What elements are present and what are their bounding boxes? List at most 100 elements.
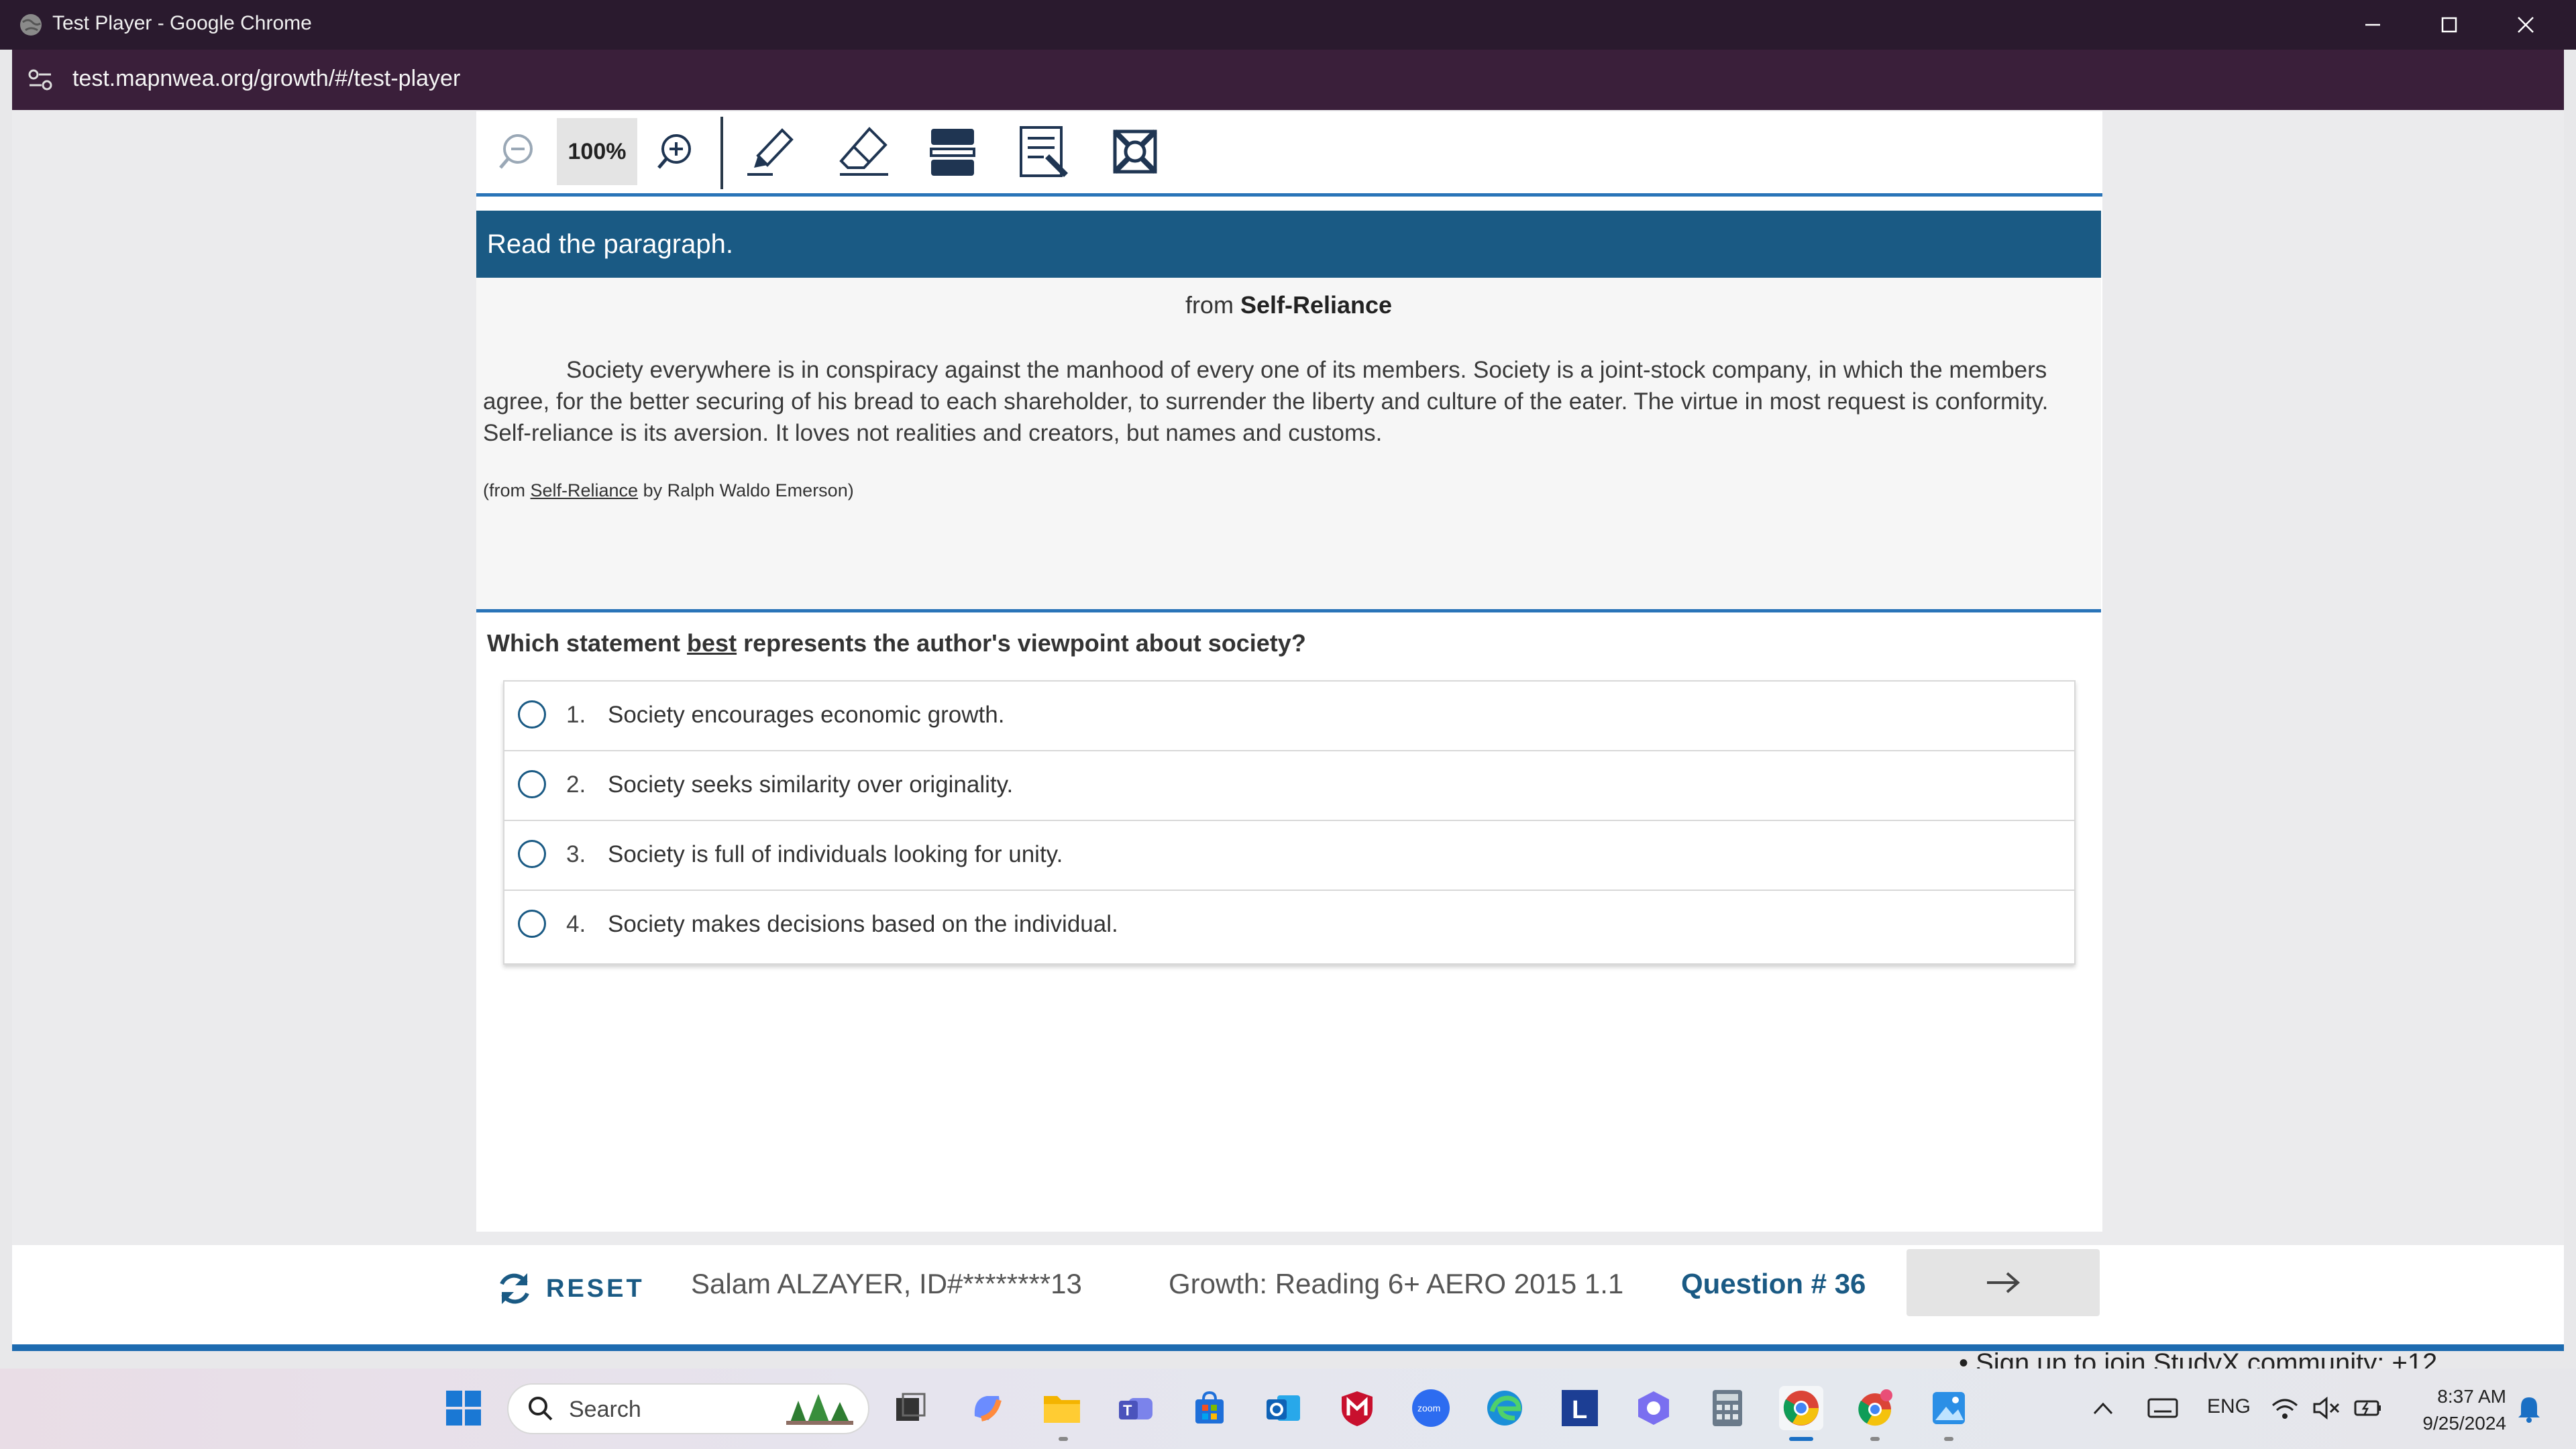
clock[interactable]: 8:37 AM 9/25/2024	[2399, 1383, 2506, 1437]
reset-label: RESET	[546, 1274, 645, 1303]
maximize-button[interactable]	[2412, 0, 2486, 50]
radio-button[interactable]	[518, 840, 546, 868]
choice-text[interactable]: Society encourages economic growth.	[608, 702, 1004, 729]
file-explorer-button[interactable]	[1040, 1386, 1084, 1430]
globe-icon	[20, 14, 42, 36]
answer-choice-2[interactable]: 2. Society seeks similarity over origina…	[504, 751, 2074, 821]
background-window-label: Sign up to join StudyX community: +12	[1976, 1348, 2438, 1368]
zoom-in-icon	[657, 134, 691, 169]
running-indicator	[1870, 1437, 1880, 1441]
question-number: Question # 36	[1681, 1268, 1866, 1299]
start-button[interactable]	[441, 1386, 486, 1430]
volume-muted-icon	[2313, 1396, 2340, 1420]
background-window-text: • Sign up to join StudyX community: +12	[1959, 1348, 2437, 1368]
mcafee-button[interactable]	[1335, 1386, 1379, 1430]
copilot-app-button[interactable]	[1631, 1386, 1676, 1430]
l-app-button[interactable]: L	[1558, 1386, 1602, 1430]
radio-button[interactable]	[518, 700, 546, 729]
radio-button[interactable]	[518, 770, 546, 798]
radio-button[interactable]	[518, 910, 546, 938]
copilot-button[interactable]	[965, 1386, 1009, 1430]
running-indicator	[1789, 1437, 1813, 1441]
question-prefix: Which statement	[487, 629, 688, 657]
task-view-icon	[896, 1393, 926, 1421]
clock-date: 9/25/2024	[2422, 1413, 2506, 1434]
notifications-button[interactable]	[2510, 1386, 2548, 1430]
taskbar-search[interactable]: Search	[507, 1383, 869, 1434]
edge-icon	[1487, 1391, 1522, 1426]
photos-icon	[1933, 1392, 1965, 1424]
show-hidden-icons-button[interactable]	[2086, 1386, 2120, 1430]
address-bar[interactable]: test.mapnwea.org/growth/#/test-player	[12, 50, 2564, 110]
chrome-profile-icon	[1858, 1389, 1892, 1426]
passage-credit: (from Self-Reliance by Ralph Waldo Emers…	[483, 480, 854, 501]
folder-icon	[1044, 1396, 1080, 1423]
choice-text[interactable]: Society seeks similarity over originalit…	[608, 771, 1013, 798]
answer-choice-3[interactable]: 3. Society is full of individuals lookin…	[504, 821, 2074, 891]
zoom-out-button[interactable]	[490, 118, 543, 185]
student-info: Salam ALZAYER, ID#********13	[691, 1268, 1082, 1299]
volume-button[interactable]	[2308, 1386, 2345, 1430]
language-indicator[interactable]: ENG	[2207, 1395, 2251, 1418]
hexagon-app-icon	[1638, 1391, 1669, 1425]
passage-source: from Self-Reliance	[476, 291, 2101, 319]
teams-button[interactable]: T	[1114, 1386, 1158, 1430]
chrome-profile-button[interactable]	[1853, 1386, 1897, 1430]
zoom-app-icon: zoom	[1412, 1389, 1450, 1427]
passage-instruction: Read the paragraph.	[487, 229, 733, 259]
wifi-button[interactable]	[2266, 1386, 2304, 1430]
zoom-app-button[interactable]: zoom	[1409, 1386, 1453, 1430]
maximize-icon	[2441, 17, 2457, 33]
credit-prefix: (from	[483, 480, 531, 500]
photos-button[interactable]	[1927, 1386, 1971, 1430]
source-title: Self-Reliance	[1240, 291, 1393, 319]
pen-icon	[747, 128, 794, 176]
reset-button[interactable]: RESET	[495, 1265, 645, 1312]
next-button[interactable]	[1907, 1249, 2100, 1316]
clock-time: 8:37 AM	[2437, 1386, 2506, 1407]
chrome-button[interactable]	[1779, 1386, 1823, 1430]
line-reader-button[interactable]	[919, 118, 986, 185]
copilot-icon	[974, 1396, 1002, 1421]
close-window-button[interactable]	[2489, 0, 2563, 50]
choice-text[interactable]: Society makes decisions based on the ind…	[608, 911, 1118, 938]
svg-text:L: L	[1572, 1396, 1587, 1424]
choice-number: 4.	[566, 911, 586, 937]
question-suffix: represents the author's viewpoint about …	[737, 629, 1306, 657]
touch-keyboard-button[interactable]	[2144, 1386, 2182, 1430]
choice-text[interactable]: Society is full of individuals looking f…	[608, 841, 1063, 868]
chevron-up-icon	[2093, 1402, 2113, 1415]
notepad-button[interactable]	[1010, 118, 1077, 185]
store-button[interactable]	[1187, 1386, 1232, 1430]
url-text[interactable]: test.mapnwea.org/growth/#/test-player	[72, 66, 460, 92]
choice-number: 2.	[566, 771, 586, 798]
edge-button[interactable]	[1483, 1386, 1527, 1430]
battery-button[interactable]	[2349, 1386, 2387, 1430]
wifi-icon	[2272, 1399, 2298, 1419]
source-prefix: from	[1185, 291, 1240, 319]
answer-choice-1[interactable]: 1. Society encourages economic growth.	[504, 682, 2074, 751]
toolbar-rule	[476, 193, 2102, 197]
pen-button[interactable]	[738, 118, 805, 185]
browser-titlebar: Test Player - Google Chrome	[0, 0, 2576, 50]
footer-bar: RESET Salam ALZAYER, ID#********13 Growt…	[12, 1245, 2564, 1351]
passage-header: Read the paragraph.	[476, 211, 2101, 278]
calculator-button[interactable]	[1705, 1386, 1750, 1430]
task-view-button[interactable]	[888, 1386, 932, 1430]
windows-logo-icon	[446, 1391, 481, 1426]
mcafee-shield-icon	[1342, 1391, 1373, 1426]
notepad-icon	[1020, 126, 1068, 177]
site-info-icon[interactable]	[25, 65, 55, 95]
outlook-button[interactable]	[1261, 1386, 1305, 1430]
zoom-level: 100%	[557, 118, 637, 185]
zoom-in-button[interactable]	[648, 118, 702, 185]
close-icon	[2518, 17, 2534, 33]
minimize-button[interactable]	[2336, 0, 2410, 50]
choice-number: 1.	[566, 702, 586, 728]
answer-choice-4[interactable]: 4. Society makes decisions based on the …	[504, 891, 2074, 959]
store-icon	[1195, 1391, 1224, 1424]
zoom-out-icon	[499, 134, 533, 169]
window-title: Test Player - Google Chrome	[52, 12, 312, 34]
eraser-button[interactable]	[829, 118, 896, 185]
answer-eliminator-button[interactable]	[1102, 118, 1169, 185]
